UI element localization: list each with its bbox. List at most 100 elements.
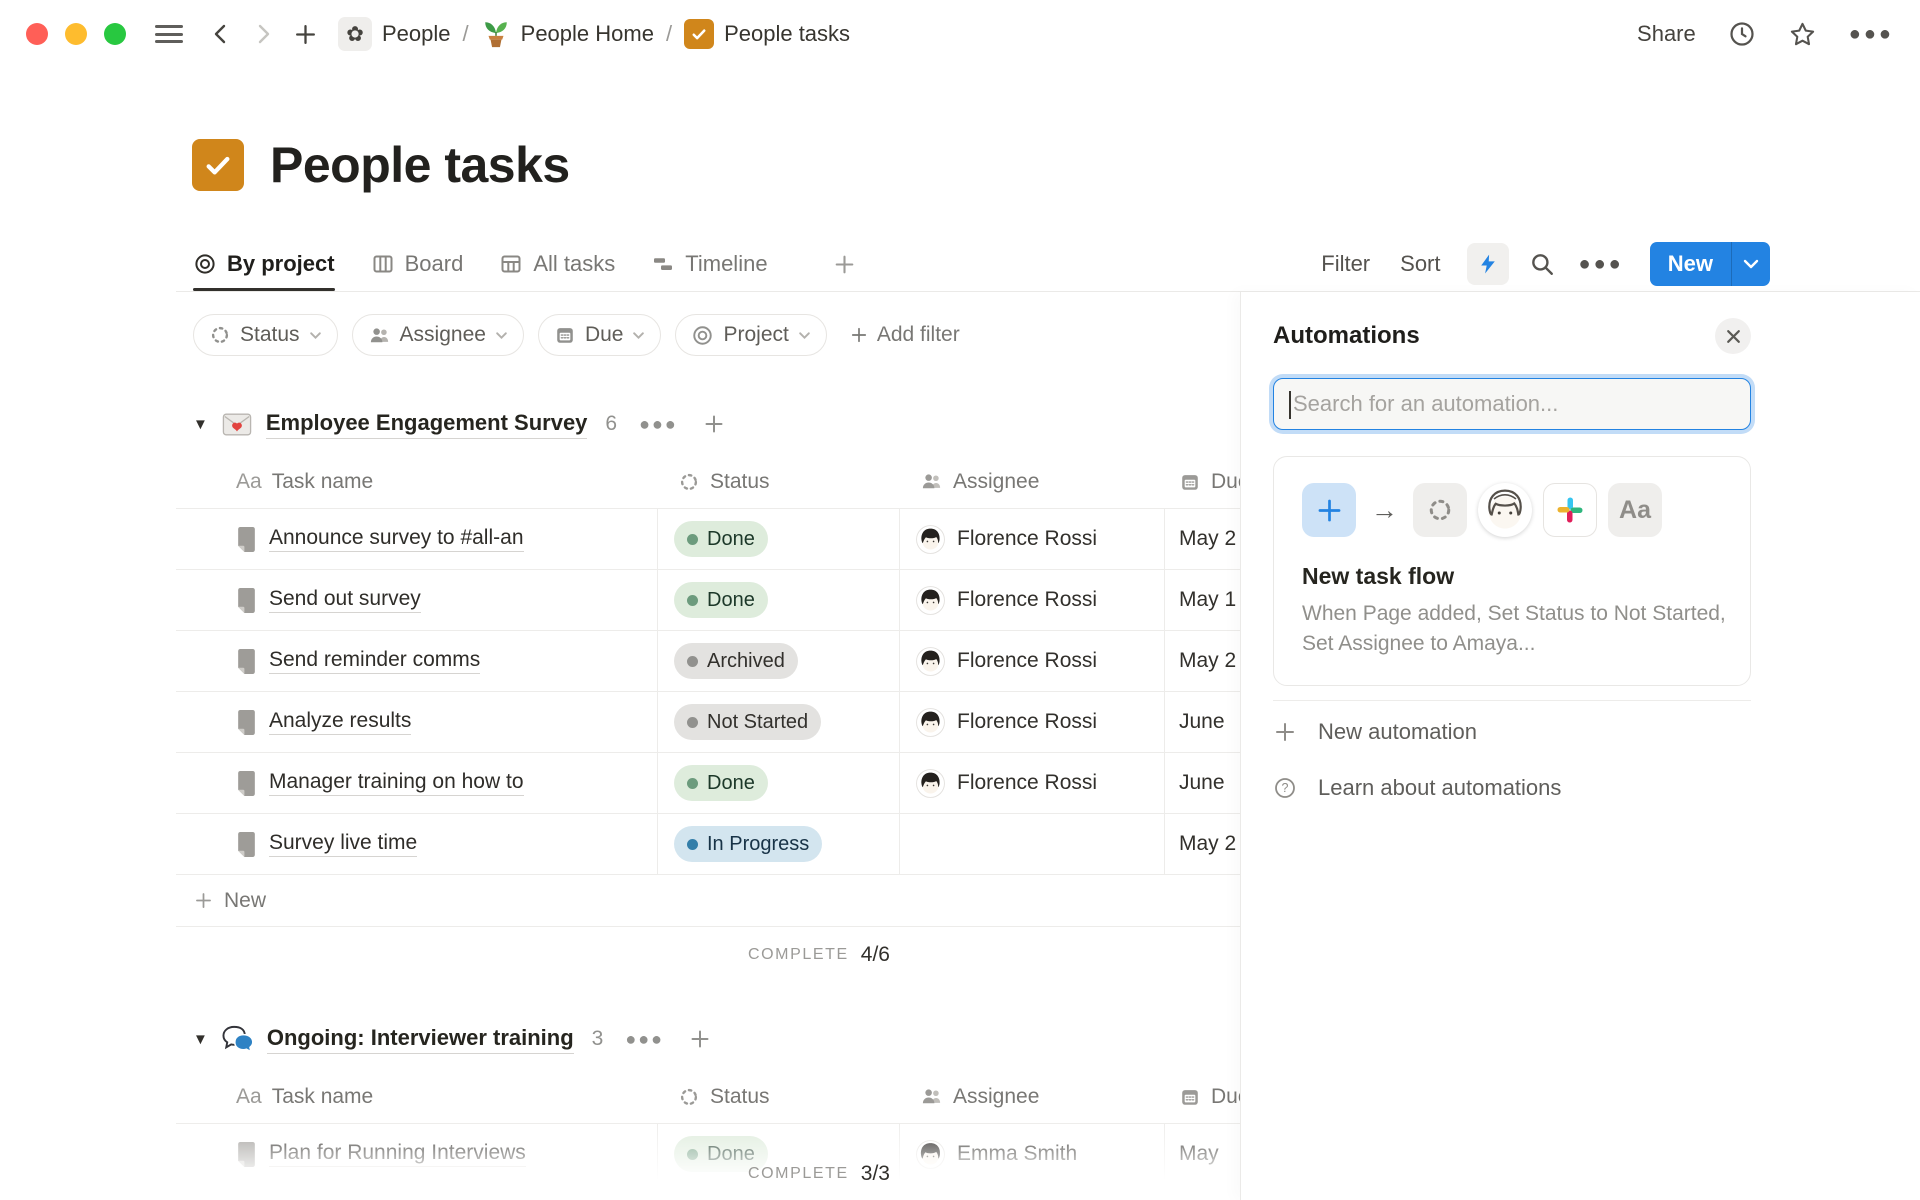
due-date: May 1 [1179, 588, 1236, 612]
favorite-star-icon[interactable] [1788, 20, 1817, 49]
collapse-triangle-icon[interactable]: ▼ [193, 416, 208, 433]
menu-item-label: Learn about automations [1318, 775, 1561, 801]
column-label: Task name [272, 1085, 374, 1109]
column-header-assignee[interactable]: Assignee [900, 1085, 1165, 1109]
tab-by-project[interactable]: By project [193, 237, 335, 291]
breadcrumb-label: People Home [521, 21, 654, 47]
sort-button[interactable]: Sort [1400, 251, 1440, 277]
group-add-icon[interactable] [688, 1027, 712, 1051]
new-button[interactable]: New [1650, 242, 1770, 286]
traffic-light-close[interactable] [26, 23, 48, 45]
tab-timeline[interactable]: Timeline [651, 237, 767, 291]
search-icon[interactable] [1529, 251, 1555, 277]
tab-all-tasks[interactable]: All tasks [499, 237, 615, 291]
task-name[interactable]: Survey live time [269, 831, 417, 857]
breadcrumb-separator: / [463, 21, 469, 47]
status-badge[interactable]: Done [674, 582, 768, 618]
breadcrumb-people-tasks[interactable]: People tasks [684, 19, 850, 49]
breadcrumb-people[interactable]: ✿ People [338, 17, 451, 51]
new-automation-button[interactable]: New automation [1273, 707, 1751, 757]
assignee-name: Florence Rossi [957, 588, 1097, 612]
new-button-label[interactable]: New [1650, 242, 1731, 286]
sidebar-toggle-icon[interactable] [155, 21, 183, 48]
status-badge[interactable]: In Progress [674, 826, 822, 862]
filter-chip-assignee[interactable]: Assignee [352, 314, 524, 356]
automation-search-input[interactable] [1274, 379, 1750, 429]
status-dot [687, 717, 698, 728]
task-name[interactable]: Manager training on how to [269, 770, 524, 796]
complete-label: COMPLETE [748, 946, 849, 964]
task-name[interactable]: Send out survey [269, 587, 421, 613]
automations-bolt-button[interactable] [1467, 243, 1509, 285]
new-button-chevron-icon[interactable] [1732, 242, 1770, 286]
page-checkbox-icon [192, 139, 244, 191]
chevron-down-icon [798, 331, 811, 340]
group-title[interactable]: Employee Engagement Survey [266, 410, 588, 439]
due-date: June [1179, 710, 1225, 734]
add-filter-button[interactable]: Add filter [849, 323, 960, 347]
page-icon [236, 832, 257, 857]
status-badge[interactable]: Done [674, 765, 768, 801]
view-more-icon[interactable]: ●●● [1579, 253, 1624, 276]
assignee-name: Florence Rossi [957, 527, 1097, 551]
status-label: Archived [707, 650, 785, 673]
status-spinner-icon [1413, 483, 1467, 537]
status-dot [687, 839, 698, 850]
updates-clock-icon[interactable] [1728, 20, 1756, 48]
group-add-icon[interactable] [702, 412, 726, 436]
column-header-status[interactable]: Status [658, 1085, 900, 1109]
automation-card-new-task-flow[interactable]: → Aa [1273, 456, 1751, 686]
chevron-down-icon [495, 331, 508, 340]
filter-chip-project[interactable]: Project [675, 314, 826, 356]
traffic-light-minimize[interactable] [65, 23, 87, 45]
tab-board[interactable]: Board [371, 237, 464, 291]
board-icon [371, 252, 395, 276]
add-task-label: New [224, 889, 266, 913]
filter-chip-due[interactable]: Due [538, 314, 662, 356]
traffic-light-zoom[interactable] [104, 23, 126, 45]
new-page-icon[interactable] [293, 22, 318, 47]
filter-button[interactable]: Filter [1321, 251, 1370, 277]
view-tabs-row: By project Board All tasks Timeline [193, 237, 1770, 291]
people-icon [920, 1085, 943, 1108]
assignee-name: Florence Rossi [957, 771, 1097, 795]
status-badge[interactable]: Archived [674, 643, 798, 679]
page-title[interactable]: People tasks [270, 136, 570, 194]
automation-search[interactable] [1273, 378, 1751, 430]
status-badge[interactable]: Done [674, 521, 768, 557]
column-label: Status [710, 1085, 770, 1109]
learn-about-automations-link[interactable]: ? Learn about automations [1273, 763, 1751, 813]
calendar-icon [1179, 1086, 1201, 1108]
column-header-task[interactable]: Aa Task name [176, 470, 658, 494]
task-name[interactable]: Send reminder comms [269, 648, 480, 674]
group-more-icon[interactable]: ●●● [639, 414, 678, 435]
forward-icon[interactable] [251, 22, 275, 46]
column-header-task[interactable]: Aa Task name [176, 1085, 658, 1109]
task-name[interactable]: Analyze results [269, 709, 411, 735]
close-icon[interactable] [1715, 318, 1751, 354]
status-label: In Progress [707, 833, 809, 856]
column-header-assignee[interactable]: Assignee [900, 470, 1165, 494]
breadcrumb-people-home[interactable]: People Home [481, 19, 654, 49]
tab-label: By project [227, 251, 335, 277]
back-icon[interactable] [209, 22, 233, 46]
due-date: May 2 [1179, 832, 1236, 856]
status-label: Done [707, 528, 755, 551]
complete-value: 3/3 [861, 1162, 890, 1186]
text-caret [1289, 391, 1291, 419]
empty-assignee-cell[interactable] [900, 814, 1165, 874]
collapse-triangle-icon[interactable]: ▼ [193, 1031, 208, 1048]
column-header-status[interactable]: Status [658, 470, 900, 494]
add-view-icon[interactable] [832, 252, 857, 277]
chip-label: Project [723, 323, 788, 347]
task-name[interactable]: Announce survey to #all-an [269, 526, 524, 552]
status-badge[interactable]: Not Started [674, 704, 821, 740]
complete-value: 4/6 [861, 943, 890, 967]
more-options-icon[interactable]: ●●● [1849, 23, 1894, 46]
share-button[interactable]: Share [1637, 21, 1696, 47]
add-filter-label: Add filter [877, 323, 960, 347]
group-more-icon[interactable]: ●●● [625, 1029, 664, 1050]
status-spinner-icon [209, 324, 231, 346]
group-title[interactable]: Ongoing: Interviewer training [267, 1025, 574, 1054]
filter-chip-status[interactable]: Status [193, 314, 338, 356]
